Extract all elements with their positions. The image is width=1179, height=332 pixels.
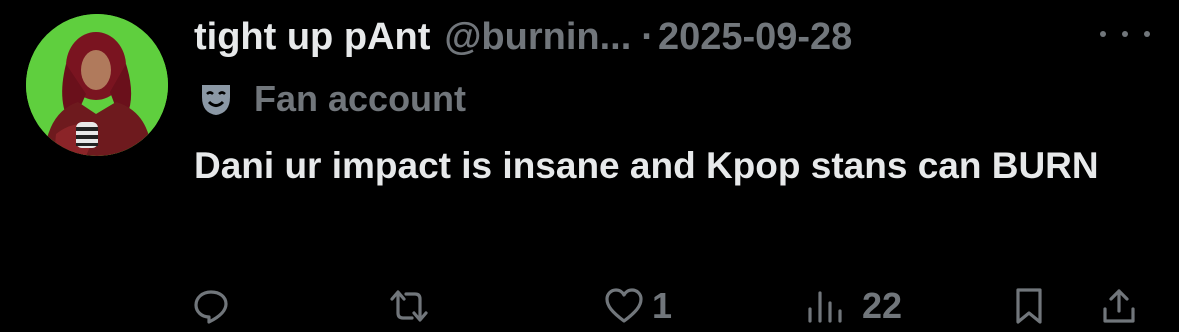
reply-icon — [194, 290, 228, 324]
more-icon[interactable] — [1100, 16, 1150, 52]
avatar[interactable] — [26, 14, 168, 156]
post-header: tight up pAnt @burnin... · 2025-09-28 — [194, 12, 852, 62]
separator-dot: · — [641, 15, 654, 58]
post-date[interactable]: 2025-09-28 — [658, 16, 852, 59]
theater-masks-icon — [202, 85, 230, 115]
bookmark-button[interactable] — [1010, 280, 1048, 332]
share-icon — [1103, 289, 1135, 323]
tweet[interactable]: tight up pAnt @burnin... · 2025-09-28 Fa… — [0, 0, 1179, 332]
account-label[interactable]: Fan account — [198, 76, 466, 122]
bookmark-icon — [1016, 288, 1042, 324]
repost-button[interactable] — [388, 280, 438, 332]
user-handle[interactable]: @burnin... — [444, 16, 631, 59]
action-bar: 1 22 — [0, 280, 1179, 332]
reply-button[interactable] — [192, 280, 238, 332]
post-text: Dani ur impact is insane and Kpop stans … — [194, 145, 1099, 186]
repost-icon — [390, 290, 428, 322]
like-button[interactable]: 1 — [604, 280, 672, 332]
account-label-text: Fan account — [254, 78, 467, 119]
share-button[interactable] — [1100, 280, 1138, 332]
heart-icon — [605, 288, 643, 323]
views-button[interactable]: 22 — [804, 280, 902, 332]
views-icon — [808, 291, 842, 323]
display-name[interactable]: tight up pAnt — [194, 16, 430, 59]
like-count: 1 — [652, 285, 673, 326]
views-count: 22 — [862, 285, 903, 326]
